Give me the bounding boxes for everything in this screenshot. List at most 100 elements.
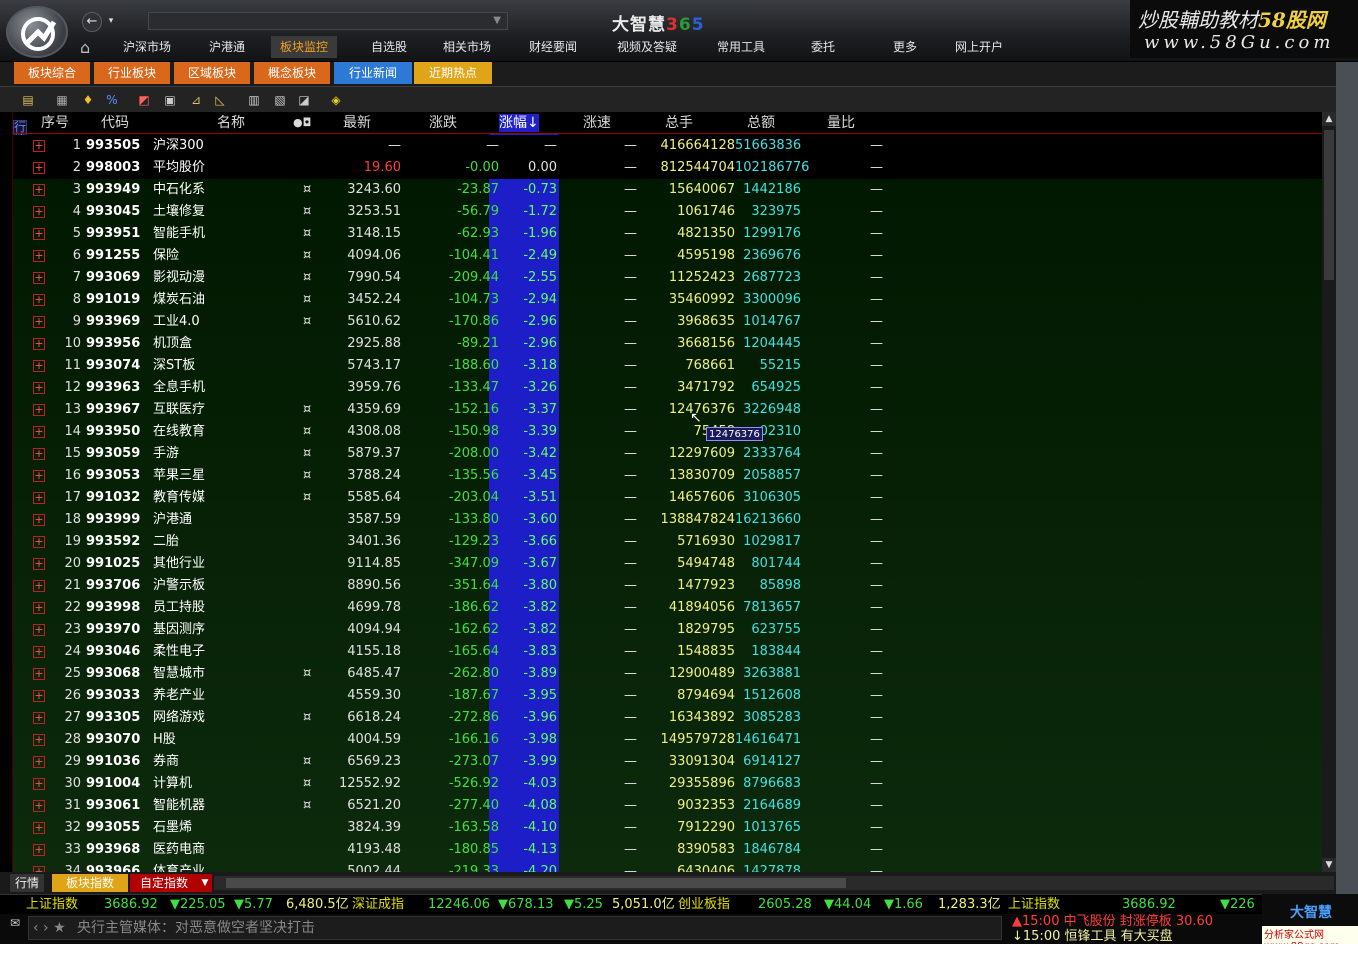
header-seq[interactable]: 序号: [41, 114, 69, 132]
expand-plus-icon[interactable]: +: [33, 316, 45, 328]
table-row[interactable]: +31 993061 智能机器 ¤ 6521.20 -277.40 -4.08 — 903235…: [13, 795, 1322, 817]
header-ratio[interactable]: 量比: [827, 114, 855, 132]
expand-plus-icon[interactable]: +: [33, 624, 45, 636]
btab-dropdown-icon[interactable]: ▼: [198, 874, 212, 892]
trend-icon[interactable]: ⊿: [188, 92, 204, 108]
expand-plus-icon[interactable]: +: [33, 294, 45, 306]
table-row[interactable]: +22 993998 员工持股 4699.78 -186.62 -3.82 — 4189405…: [13, 597, 1322, 619]
analysis-icon[interactable]: ◪: [296, 92, 312, 108]
expand-plus-icon[interactable]: +: [33, 646, 45, 658]
tab-concept[interactable]: 概念板块: [254, 62, 330, 84]
expand-plus-icon[interactable]: +: [33, 448, 45, 460]
scroll-up-icon[interactable]: ▲: [1322, 112, 1336, 126]
scroll-down-icon[interactable]: ▼: [1322, 858, 1336, 872]
address-bar[interactable]: ▼: [148, 12, 508, 30]
table-row[interactable]: +19 993592 二胎 3401.36 -129.23 -3.66 — 5716930 10…: [13, 531, 1322, 553]
table-row[interactable]: +10 993956 机顶盒 2925.88 -89.21 -2.96 — 3668156 12…: [13, 333, 1322, 355]
table-row[interactable]: +34 993966 体育产业 5002.44 -219.33 -4.20—6430406…: [13, 861, 1322, 872]
header-code[interactable]: 代码: [101, 114, 129, 132]
tab-recent-hot[interactable]: 近期热点: [414, 62, 492, 84]
expand-plus-icon[interactable]: +: [33, 734, 45, 746]
table-row[interactable]: +20 991025 其他行业 9114.85 -347.09 -3.67 — 5494748…: [13, 553, 1322, 575]
header-amount[interactable]: 总额: [747, 114, 775, 132]
expand-plus-icon[interactable]: +: [33, 404, 45, 416]
table-icon[interactable]: ▥: [246, 92, 262, 108]
expand-plus-icon[interactable]: +: [33, 162, 45, 174]
ticker-cy-name[interactable]: 创业板指: [678, 896, 730, 914]
table-row[interactable]: +13 993967 互联医疗 ¤ 4359.69 -152.16 -3.37—124763…: [13, 399, 1322, 421]
table-row[interactable]: +21 993706 沪警示板 8890.56 -351.64 -3.80 — 1477923…: [13, 575, 1322, 597]
table-row[interactable]: +27 993305 网络游戏 ¤ 6618.24 -272.86 -3.96 — 163438…: [13, 707, 1322, 729]
grid-icon[interactable]: ▦: [54, 92, 70, 108]
expand-plus-icon[interactable]: +: [33, 756, 45, 768]
table-row[interactable]: +4 993045 土壤修复 ¤ 3253.51 -56.79 -1.72 — 1061746 3…: [13, 201, 1322, 223]
expand-plus-icon[interactable]: +: [33, 206, 45, 218]
table-row[interactable]: +16 993053 苹果三星 ¤ 3788.24 -135.56 -3.45 — 138307…: [13, 465, 1322, 487]
back-dropdown-icon[interactable]: ▾: [104, 12, 118, 32]
expand-plus-icon[interactable]: +: [33, 580, 45, 592]
table-row[interactable]: +30 991004 计算机 ¤ 12552.92 -526.92 -4.03 — 293558…: [13, 773, 1322, 795]
ticker-sh2-name[interactable]: 上证指数: [1008, 896, 1060, 914]
expand-plus-icon[interactable]: +: [33, 558, 45, 570]
expand-plus-icon[interactable]: +: [33, 250, 45, 262]
expand-plus-icon[interactable]: +: [33, 228, 45, 240]
expand-plus-icon[interactable]: +: [33, 822, 45, 834]
vertical-scrollbar[interactable]: ▲ ▼: [1322, 112, 1336, 872]
table-row[interactable]: +12 993963 全息手机 3959.76 -133.47 -3.26 — 3471792…: [13, 377, 1322, 399]
menu-finance-news[interactable]: 财经要闻: [521, 36, 585, 58]
alert-line-2[interactable]: ↓15:00 恒锋工具 有大买盘: [1012, 929, 1173, 944]
expand-plus-icon[interactable]: +: [33, 272, 45, 284]
home-icon[interactable]: ⌂: [80, 38, 90, 57]
table-row[interactable]: +28 993070 H股 4004.59 -166.16 -3.98 — 149579728…: [13, 729, 1322, 751]
ticker-sz-name[interactable]: 深证成指: [352, 896, 404, 914]
window-icon[interactable]: ▣: [162, 92, 178, 108]
table-row[interactable]: +25 993068 智慧城市 ¤ 6485.47 -262.80 -3.89 — 129004…: [13, 663, 1322, 685]
menu-hs-market[interactable]: 沪深市场: [113, 36, 181, 58]
calendar-icon[interactable]: ▧: [272, 92, 288, 108]
menu-sector-monitor[interactable]: 板块监控: [271, 36, 337, 58]
app-logo-icon[interactable]: [6, 6, 68, 58]
expand-plus-icon[interactable]: +: [33, 338, 45, 350]
header-change[interactable]: 涨跌: [429, 114, 457, 132]
menu-watchlist[interactable]: 自选股: [361, 36, 417, 58]
table-row[interactable]: +32 993055 石墨烯 3824.39 -163.58 -4.10 — 7912290 1…: [13, 817, 1322, 839]
tab-industry-news[interactable]: 行业新闻: [334, 62, 412, 84]
vertical-scroll-thumb[interactable]: [1324, 130, 1334, 280]
menu-more[interactable]: 更多: [887, 36, 923, 58]
header-last[interactable]: 最新: [343, 114, 371, 132]
expand-plus-icon[interactable]: +: [33, 602, 45, 614]
table-row[interactable]: +6 991255 保险 ¤ 4094.06 -104.41 -2.49 — 4595198 23…: [13, 245, 1322, 267]
table-row[interactable]: +7 993069 影视动漫 ¤ 7990.54 -209.44 -2.55 — 1125242…: [13, 267, 1322, 289]
menu-tools[interactable]: 常用工具: [711, 36, 771, 58]
menu-order[interactable]: 委托: [805, 36, 841, 58]
btab-sector-index[interactable]: 板块指数: [52, 874, 128, 892]
expand-plus-icon[interactable]: +: [33, 140, 45, 152]
table-row[interactable]: +33 993968 医药电商 4193.48 -180.85 -4.13 — 8390583…: [13, 839, 1322, 861]
back-arrow-icon[interactable]: ←: [82, 12, 102, 32]
table-row[interactable]: +18 993999 沪港通 3587.59 -133.80 -3.60 — 13884782…: [13, 509, 1322, 531]
expand-plus-icon[interactable]: +: [33, 382, 45, 394]
expand-plus-icon[interactable]: +: [33, 426, 45, 438]
table-row[interactable]: +29 991036 券商 ¤ 6569.23 -273.07 -3.99 — 33091304…: [13, 751, 1322, 773]
ticker-sh-name[interactable]: 上证指数: [26, 896, 78, 914]
trend2-icon[interactable]: ◺: [212, 92, 228, 108]
table-row[interactable]: +23 993970 基因测序 4094.94 -162.62 -3.82 — 1829795…: [13, 619, 1322, 641]
table-row[interactable]: +8 991019 煤炭石油 ¤ 3452.24 -104.73 -2.94 — 3546099…: [13, 289, 1322, 311]
tab-region[interactable]: 区域板块: [174, 62, 250, 84]
btab-quotes[interactable]: 行情: [10, 874, 44, 892]
horizontal-scroll-thumb[interactable]: [226, 878, 846, 888]
expand-plus-icon[interactable]: +: [33, 712, 45, 724]
expand-plus-icon[interactable]: +: [33, 514, 45, 526]
table-row[interactable]: +5 993951 智能手机 ¤ 3148.15 -62.93 -1.96 — 4821350 1…: [13, 223, 1322, 245]
table-row[interactable]: +1 993505 沪深300 — — — — 416664128 51663836 —: [13, 135, 1322, 157]
address-dropdown-icon[interactable]: ▼: [493, 15, 501, 26]
menu-related-markets[interactable]: 相关市场: [435, 36, 499, 58]
expand-plus-icon[interactable]: +: [33, 184, 45, 196]
header-pct[interactable]: 涨幅↓: [499, 114, 539, 132]
expand-plus-icon[interactable]: +: [33, 360, 45, 372]
bell-icon[interactable]: ♦: [80, 92, 96, 108]
horizontal-scrollbar[interactable]: [214, 876, 1334, 890]
table-row[interactable]: +17 991032 教育传媒 ¤ 5585.64 -203.04 -3.51 — 146576…: [13, 487, 1322, 509]
expand-plus-icon[interactable]: +: [33, 668, 45, 680]
chart-red-icon[interactable]: ◩: [136, 92, 152, 108]
